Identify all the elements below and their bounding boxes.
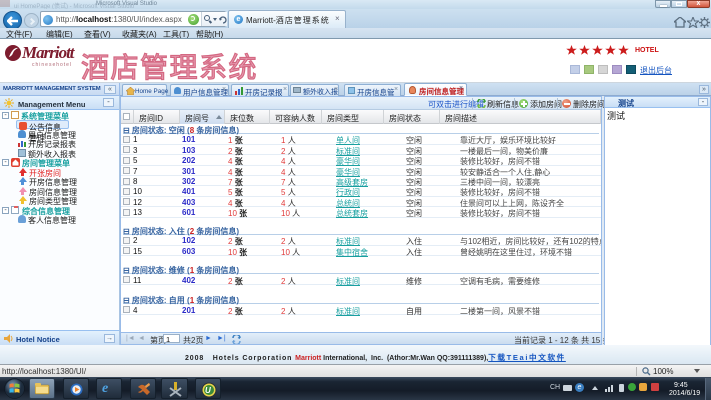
svg-text:U: U	[205, 386, 211, 395]
